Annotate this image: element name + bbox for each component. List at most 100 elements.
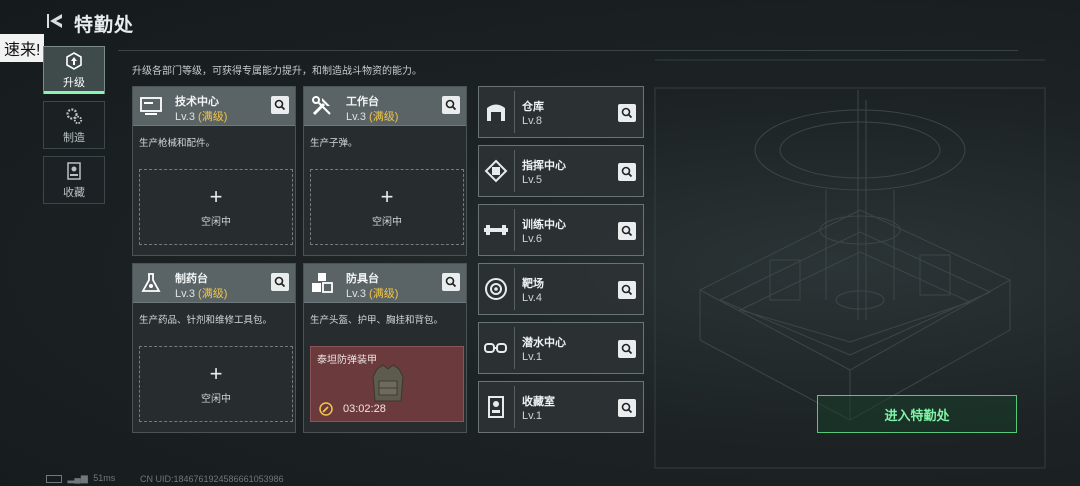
back-arrow-icon[interactable] [44,10,66,32]
facility-shooting-range[interactable]: 靶场 Lv.4 [478,263,644,315]
warehouse-icon [487,104,505,121]
slot-status: 空闲中 [372,216,402,228]
facility-name: 收藏室 [522,396,555,408]
page-title: 特勤处 [74,15,135,36]
overlay-toast: 速来! [0,34,45,62]
tab-label: 收藏 [63,186,85,199]
idle-slot[interactable]: + 空闲中 [310,169,464,245]
tab-label: 升级 [63,76,85,89]
search-button[interactable] [442,96,460,114]
card-description: 生产药品、针剂和维修工具包。 [139,315,273,326]
divider [514,209,515,251]
divider [514,150,515,192]
card-description: 生产子弹。 [310,138,358,149]
magnifier-icon [445,99,457,111]
search-button[interactable] [618,222,636,240]
search-button[interactable] [618,104,636,122]
max-level-tag: (满级) [198,288,228,300]
display-case-icon [488,396,504,418]
card-level: Lv.3 (满级) [175,288,228,300]
search-button[interactable] [271,273,289,291]
card-tech-center[interactable]: 技术中心 Lv.3 (满级) 生产枪械和配件。 + 空闲中 [132,86,296,256]
facility-diving-center[interactable]: 潜水中心 Lv.1 [478,322,644,374]
tab-upgrade[interactable]: 升级 [43,46,105,94]
idle-slot[interactable]: + 空闲中 [139,346,293,422]
card-workbench[interactable]: 工作台 Lv.3 (满级) 生产子弹。 + 空闲中 [303,86,467,256]
magnifier-icon [621,284,633,296]
facility-level: Lv.5 [522,174,542,186]
card-header: 防具台 Lv.3 (满级) [304,264,466,303]
facility-collection-room[interactable]: 收藏室 Lv.1 [478,381,644,433]
facility-training-center[interactable]: 训练中心 Lv.6 [478,204,644,256]
card-description: 生产枪械和配件。 [139,138,216,149]
plus-icon: + [209,360,223,386]
search-button[interactable] [271,96,289,114]
crafting-slot[interactable]: 泰坦防弹装甲 03:02:28 [310,346,464,422]
target-icon [485,278,507,300]
magnifier-icon [445,276,457,288]
diving-mask-icon [484,343,507,353]
facility-name: 潜水中心 [522,337,566,349]
command-chip-icon [484,159,508,183]
max-level-tag: (满级) [198,111,228,123]
armor-boxes-icon [312,273,333,293]
battery-icon [46,474,62,483]
flask-icon [141,273,161,292]
tab-collection[interactable]: 收藏 [43,156,105,204]
slot-status: 空闲中 [201,216,231,228]
divider [514,91,515,133]
magnifier-icon [621,343,633,355]
card-level: Lv.3 (满级) [175,111,228,123]
divider [514,386,515,428]
monitor-icon [140,97,162,115]
body-armor-icon [372,364,404,402]
tab-label: 制造 [63,131,85,144]
facility-level: Lv.1 [522,351,542,363]
search-button[interactable] [618,281,636,299]
card-title: 制药台 [175,273,208,285]
card-title: 防具台 [346,273,379,285]
description-text: 升级各部门等级，可获得专属能力提升，和制造战斗物资的能力。 [132,66,422,77]
search-button[interactable] [618,399,636,417]
search-button[interactable] [618,163,636,181]
search-button[interactable] [618,340,636,358]
upgrade-icon [66,51,82,70]
card-pharmacy[interactable]: 制药台 Lv.3 (满级) 生产药品、针剂和维修工具包。 + 空闲中 [132,263,296,433]
facility-warehouse[interactable]: 仓库 Lv.8 [478,86,644,138]
search-button[interactable] [442,273,460,291]
plus-icon: + [380,183,394,209]
header-divider [118,50,1018,51]
network-status: ▂▄▆ 51ms [46,473,115,484]
facility-level: Lv.6 [522,233,542,245]
card-armor-bench[interactable]: 防具台 Lv.3 (满级) 生产头盔、护甲、胸挂和背包。 泰坦防弹装甲 03:0… [303,263,467,433]
crafting-timer: 03:02:28 [343,403,386,415]
tab-craft[interactable]: 制造 [43,101,105,149]
plus-icon: + [209,183,223,209]
magnifier-icon [621,402,633,414]
tools-icon [312,96,331,116]
card-title: 技术中心 [175,96,219,108]
card-header: 工作台 Lv.3 (满级) [304,87,466,126]
signal-icon: ▂▄▆ [67,473,88,483]
facility-level: Lv.1 [522,410,542,422]
facility-name: 仓库 [522,101,544,113]
magnifier-icon [274,276,286,288]
idle-slot[interactable]: + 空闲中 [139,169,293,245]
facility-level: Lv.4 [522,292,542,304]
magnifier-icon [621,225,633,237]
card-description: 生产头盔、护甲、胸挂和背包。 [310,315,444,326]
enter-special-ops-button[interactable]: 进入特勤处 [817,395,1017,433]
card-title: 工作台 [346,96,379,108]
facility-command-center[interactable]: 指挥中心 Lv.5 [478,145,644,197]
max-level-tag: (满级) [369,111,399,123]
magnifier-icon [621,166,633,178]
facility-name: 训练中心 [522,219,566,231]
user-uid: CN UID:1846761924586661053986 [140,474,284,484]
ping-text: 51ms [93,473,116,483]
facility-level: Lv.8 [522,115,542,127]
wrench-timer-icon [319,402,333,416]
divider [514,327,515,369]
max-level-tag: (满级) [369,288,399,300]
card-header: 技术中心 Lv.3 (满级) [133,87,295,126]
dumbbell-icon [484,225,508,235]
